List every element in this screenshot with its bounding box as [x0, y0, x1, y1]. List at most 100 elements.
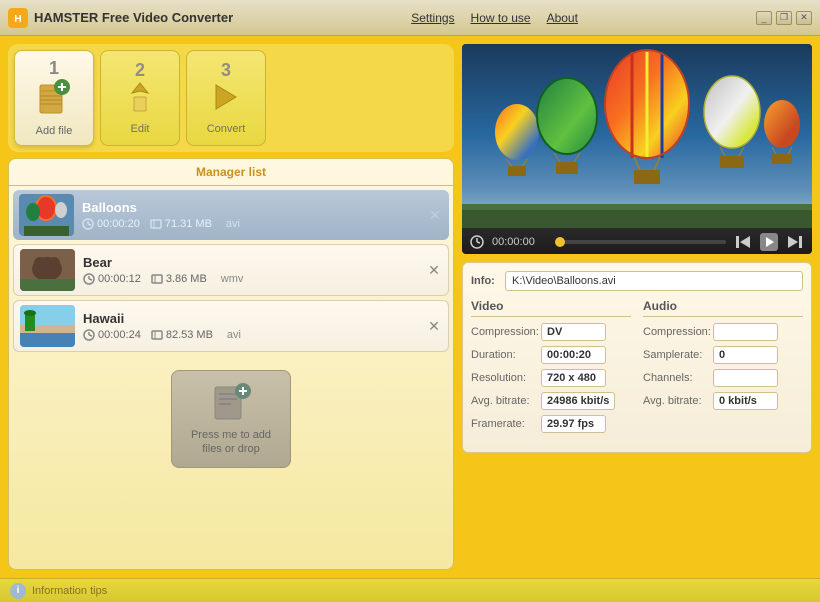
resolution-row: Resolution: 720 x 480	[471, 369, 631, 387]
info-panel: Info: K:\Video\Balloons.avi Video Compre…	[462, 262, 812, 453]
about-link[interactable]: About	[547, 11, 578, 25]
info-path: K:\Video\Balloons.avi	[505, 271, 803, 291]
duration-row: Duration: 00:00:20	[471, 346, 631, 364]
size-hawaii: 82.53 MB	[151, 329, 213, 341]
title-bar: H HAMSTER Free Video Converter Settings …	[0, 0, 820, 36]
settings-link[interactable]: Settings	[411, 11, 454, 25]
file-thumb-bear	[20, 249, 75, 291]
main-content: 1 Add file 2	[0, 36, 820, 578]
duration-balloons: 00:00:20	[82, 218, 140, 230]
video-col-header: Video	[471, 299, 631, 317]
framerate-label: Framerate:	[471, 418, 541, 430]
video-audio-columns: Video Compression: DV Duration: 00:00:20…	[471, 299, 803, 438]
video-preview: 00:00:00	[462, 44, 812, 254]
info-icon: i	[10, 583, 26, 599]
duration-bear: 00:00:12	[83, 273, 141, 285]
skip-back-icon[interactable]	[734, 233, 752, 251]
close-button[interactable]: ✕	[796, 11, 812, 25]
duration-hawaii: 00:00:24	[83, 329, 141, 341]
file-info-hawaii: Hawaii 00:00:24 82.53 MB avi	[83, 311, 426, 341]
file-list: Balloons 00:00:20 71.31 MB avi	[9, 186, 453, 569]
file-thumb-balloons	[19, 194, 74, 236]
format-hawaii: avi	[227, 329, 241, 341]
duration-label: Duration:	[471, 349, 541, 361]
step-1-add-file[interactable]: 1 Add file	[14, 50, 94, 146]
video-canvas	[462, 44, 812, 228]
step-2-number: 2	[135, 61, 145, 79]
file-name-hawaii: Hawaii	[83, 311, 426, 326]
titlebar-nav: Settings How to use About	[411, 11, 578, 25]
video-column: Video Compression: DV Duration: 00:00:20…	[471, 299, 631, 438]
video-controls: 00:00:00	[462, 228, 812, 254]
sky-background	[462, 44, 812, 228]
avg-bitrate-row: Avg. bitrate: 24986 kbit/s	[471, 392, 631, 410]
step-3-convert[interactable]: 3 Convert	[186, 50, 266, 146]
step-2-edit[interactable]: 2 Edit	[100, 50, 180, 146]
file-info-balloons: Balloons 00:00:20 71.31 MB avi	[82, 200, 427, 230]
progress-dot	[555, 237, 565, 247]
file-meta-bear: 00:00:12 3.86 MB wmv	[83, 273, 426, 285]
manager-section: Manager list	[8, 158, 454, 570]
avg-bitrate-label: Avg. bitrate:	[471, 395, 541, 407]
step-1-label: Add file	[36, 125, 73, 137]
time-display: 00:00:00	[492, 236, 547, 248]
samplerate-row: Samplerate: 0	[643, 346, 803, 364]
window-controls: _ ❐ ✕	[756, 11, 812, 25]
format-balloons: avi	[226, 218, 240, 230]
restore-button[interactable]: ❐	[776, 11, 792, 25]
step-2-label: Edit	[131, 123, 150, 135]
a-avg-bitrate-value: 0 kbit/s	[713, 392, 778, 410]
status-bar: i Information tips	[0, 578, 820, 602]
convert-icon	[212, 81, 240, 119]
framerate-value: 29.97 fps	[541, 415, 606, 433]
status-text: Information tips	[32, 585, 107, 597]
framerate-row: Framerate: 29.97 fps	[471, 415, 631, 433]
resolution-value: 720 x 480	[541, 369, 606, 387]
add-files-button[interactable]: Press me to addfiles or drop	[171, 370, 291, 468]
close-bear[interactable]: ✕	[426, 262, 442, 278]
minimize-button[interactable]: _	[756, 11, 772, 25]
right-panel: 00:00:00 Info: K:\Video\Balloons.avi Vid…	[462, 44, 812, 570]
compression-label: Compression:	[471, 326, 541, 338]
add-files-icon	[211, 381, 251, 424]
app-icon: H	[8, 8, 28, 28]
compression-row: Compression: DV	[471, 323, 631, 341]
how-to-use-link[interactable]: How to use	[471, 11, 531, 25]
info-row: Info: K:\Video\Balloons.avi	[471, 271, 803, 291]
audio-column: Audio Compression: Samplerate: 0 Channel…	[643, 299, 803, 438]
left-panel: 1 Add file 2	[8, 44, 454, 570]
size-balloons: 71.31 MB	[150, 218, 212, 230]
resolution-label: Resolution:	[471, 372, 541, 384]
channels-label: Channels:	[643, 372, 713, 384]
titlebar-left: H HAMSTER Free Video Converter	[8, 8, 233, 28]
samplerate-value: 0	[713, 346, 778, 364]
a-compression-label: Compression:	[643, 326, 713, 338]
file-item-bear[interactable]: Bear 00:00:12 3.86 MB wmv	[13, 244, 449, 296]
manager-title: Manager list	[9, 159, 453, 186]
skip-forward-icon[interactable]	[786, 233, 804, 251]
file-name-balloons: Balloons	[82, 200, 427, 215]
file-item-balloons[interactable]: Balloons 00:00:20 71.31 MB avi	[13, 190, 449, 240]
step-1-number: 1	[49, 59, 59, 77]
samplerate-label: Samplerate:	[643, 349, 713, 361]
add-files-label: Press me to addfiles or drop	[191, 428, 271, 457]
close-hawaii[interactable]: ✕	[426, 318, 442, 334]
file-meta-hawaii: 00:00:24 82.53 MB avi	[83, 329, 426, 341]
file-meta-balloons: 00:00:20 71.31 MB avi	[82, 218, 427, 230]
channels-value	[713, 369, 778, 387]
a-avg-bitrate-label: Avg. bitrate:	[643, 395, 713, 407]
compression-value: DV	[541, 323, 606, 341]
file-thumb-hawaii	[20, 305, 75, 347]
progress-bar[interactable]	[555, 240, 726, 244]
app-title: HAMSTER Free Video Converter	[34, 10, 233, 25]
steps-row: 1 Add file 2	[8, 44, 454, 152]
info-label: Info:	[471, 275, 499, 287]
play-button[interactable]	[760, 233, 778, 251]
svg-text:H: H	[14, 14, 21, 25]
file-name-bear: Bear	[83, 255, 426, 270]
close-balloons[interactable]: ✕	[427, 207, 443, 223]
step-3-number: 3	[221, 61, 231, 79]
audio-col-header: Audio	[643, 299, 803, 317]
file-item-hawaii[interactable]: Hawaii 00:00:24 82.53 MB avi	[13, 300, 449, 352]
a-compression-row: Compression:	[643, 323, 803, 341]
